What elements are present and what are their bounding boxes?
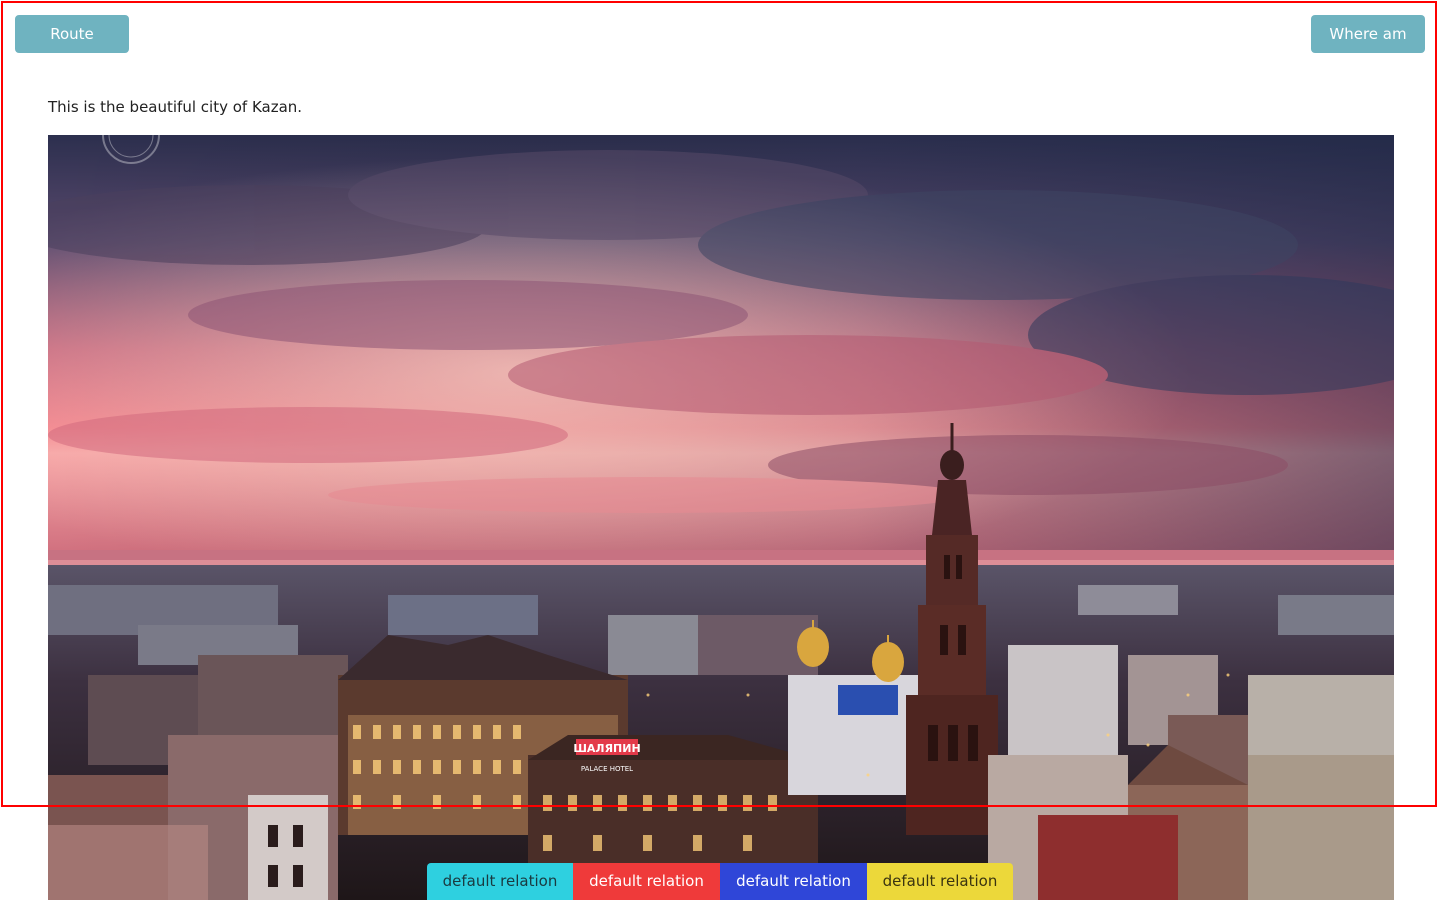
intro-text: This is the beautiful city of Kazan. xyxy=(48,98,303,116)
where-am-i-button[interactable]: Where am I? xyxy=(1311,15,1425,81)
hotel-sign: ШАЛЯПИН xyxy=(573,742,640,755)
route-editor-button[interactable]: Route Editor xyxy=(15,15,129,81)
relation-button-1[interactable]: default relation 1 xyxy=(427,863,573,900)
relation-button-2[interactable]: default relation 2 xyxy=(573,863,720,900)
hotel-subsign: PALACE HOTEL xyxy=(581,765,633,773)
page: Route Editor Where am I? This is the bea… xyxy=(0,0,1440,900)
relations-bar: default relation 1 default relation 2 de… xyxy=(427,863,1013,900)
relation-button-3[interactable]: default relation 3 xyxy=(720,863,867,900)
kazan-city-photo: ШАЛЯПИН PALACE HOTEL xyxy=(48,135,1394,900)
relation-button-4[interactable]: default relation 4 xyxy=(867,863,1013,900)
